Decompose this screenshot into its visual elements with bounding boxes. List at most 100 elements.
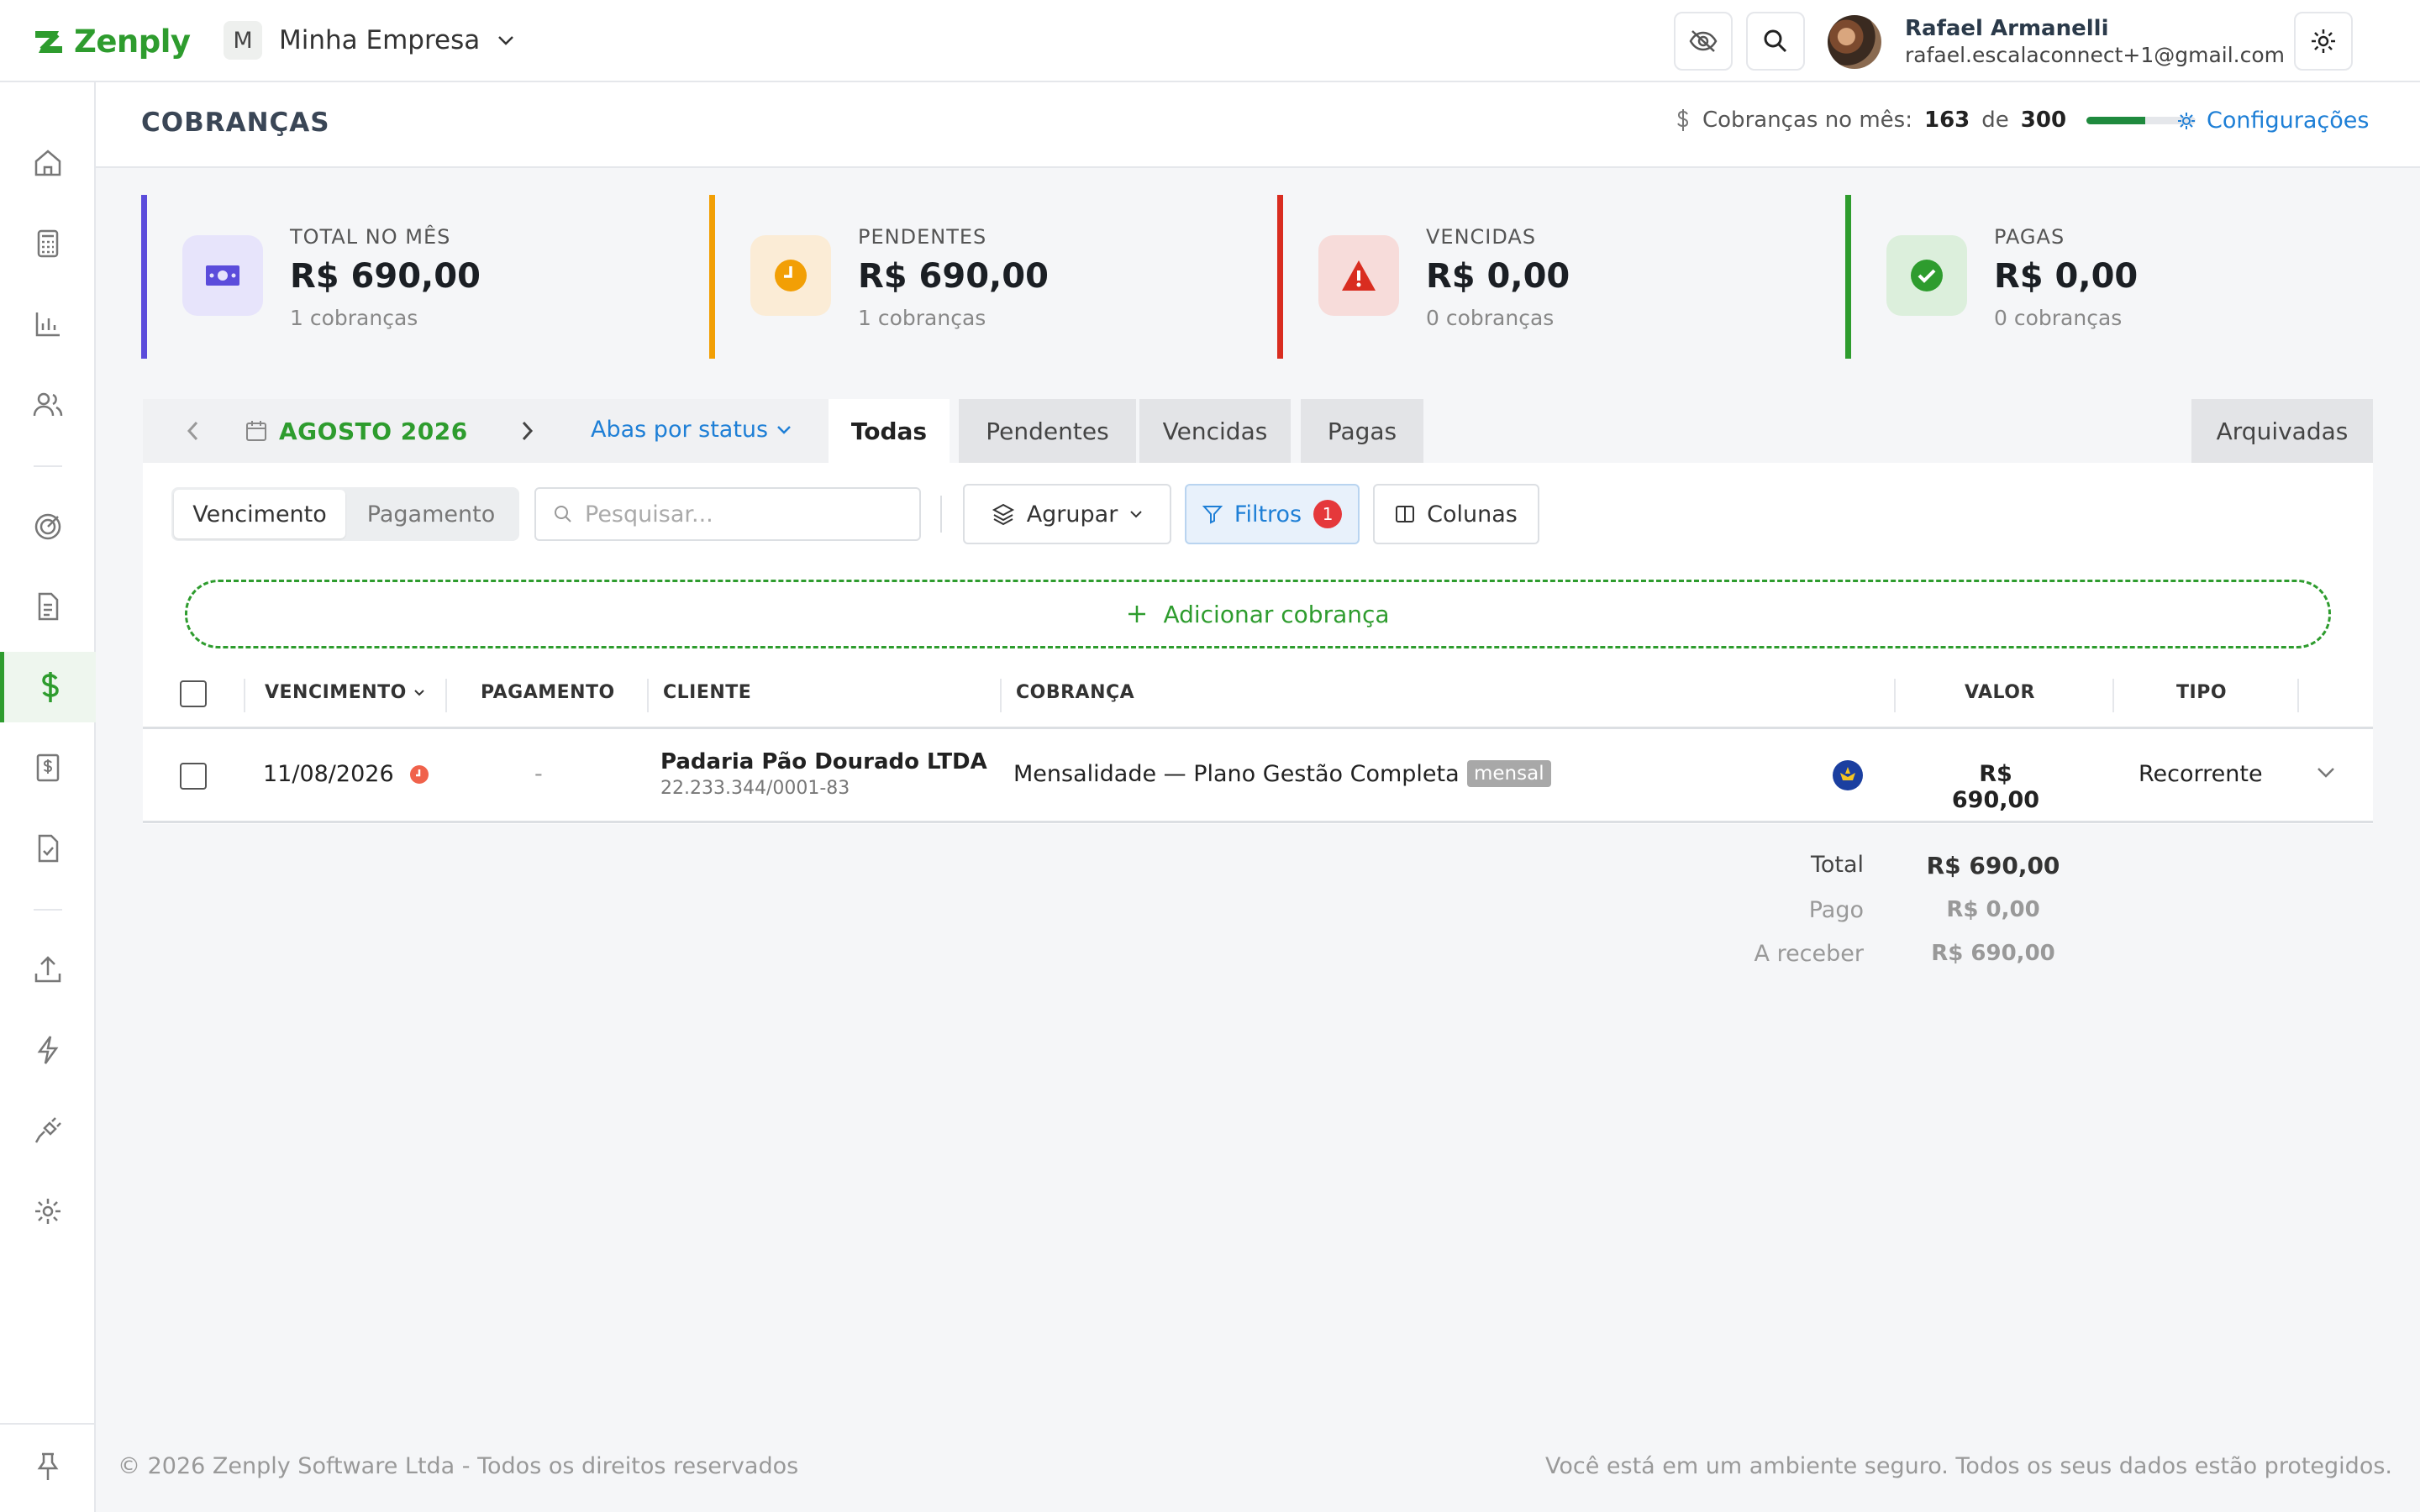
sidebar-item-goals[interactable] <box>0 491 96 561</box>
column-divider <box>2112 679 2114 712</box>
row-value: R$ 690,00 <box>1951 761 2040 813</box>
column-header-valor[interactable]: VALOR <box>1965 682 2035 703</box>
sidebar-item-reports[interactable] <box>0 289 96 360</box>
status-tabs-dropdown[interactable]: Abas por status <box>591 417 792 443</box>
sidebar-item-upload[interactable] <box>0 934 96 1005</box>
group-button[interactable]: Agrupar <box>963 484 1171 544</box>
stat-value: R$ 0,00 <box>1426 257 1570 296</box>
stat-value: R$ 0,00 <box>1994 257 2139 296</box>
date-mode-toggle: Vencimento Pagamento <box>171 487 519 541</box>
payment-method-icon[interactable] <box>1832 759 1864 791</box>
filters-label: Filtros <box>1234 501 1302 528</box>
stat-label: PAGAS <box>1994 225 2065 249</box>
sidebar-item-calculator[interactable] <box>0 208 96 279</box>
quota-progress-fill <box>2086 116 2146 124</box>
plus-icon <box>1126 603 1148 625</box>
column-divider <box>2297 679 2299 712</box>
row-client-name[interactable]: Padaria Pão Dourado LTDA <box>660 749 987 774</box>
sidebar-item-home[interactable] <box>0 128 96 198</box>
company-selector[interactable]: M Minha Empresa <box>224 21 515 60</box>
toggle-pagamento[interactable]: Pagamento <box>345 490 517 538</box>
user-menu[interactable]: Rafael Armanelli rafael.escalaconnect+1@… <box>1828 15 2285 69</box>
gear-icon <box>2176 111 2196 131</box>
quota-label: Cobranças no mês: <box>1702 108 1912 133</box>
sidebar-item-documents[interactable] <box>0 571 96 642</box>
gear-icon <box>32 1195 64 1227</box>
hide-values-button[interactable] <box>1674 12 1733 71</box>
row-charge-description: Mensalidade — Plano Gestão Completa <box>1013 761 1460 787</box>
filters-button[interactable]: Filtros 1 <box>1185 484 1360 544</box>
chevron-down-icon <box>1129 510 1143 518</box>
company-avatar: M <box>224 21 262 60</box>
column-header-pagamento[interactable]: PAGAMENTO <box>481 682 615 703</box>
column-divider <box>445 679 447 712</box>
expand-row-button[interactable] <box>2316 766 2336 780</box>
tab-pendentes[interactable]: Pendentes <box>959 399 1136 463</box>
column-header-cobranca[interactable]: COBRANÇA <box>1016 682 1134 703</box>
total-label: Total <box>1810 852 1864 878</box>
sort-chevron-icon <box>413 689 425 697</box>
target-icon <box>32 510 64 542</box>
stat-card-overdue: VENCIDAS R$ 0,00 0 cobranças <box>1277 195 1815 359</box>
tab-vencidas[interactable]: Vencidas <box>1136 399 1291 463</box>
check-circle-icon <box>1886 235 1967 316</box>
receivable-label: A receber <box>1754 941 1864 967</box>
current-month[interactable]: AGOSTO 2026 <box>279 417 468 445</box>
tab-todas[interactable]: Todas <box>829 399 950 463</box>
search-icon <box>553 504 573 524</box>
toolbar-divider <box>940 496 942 533</box>
eye-off-icon <box>1688 29 1718 54</box>
settings-button[interactable] <box>2294 12 2353 71</box>
next-month-button[interactable] <box>520 419 535 443</box>
stat-count: 1 cobranças <box>858 306 986 330</box>
avatar <box>1828 15 1881 69</box>
sidebar-item-billing[interactable] <box>0 652 96 722</box>
home-icon <box>32 147 64 179</box>
stat-count: 0 cobranças <box>1994 306 2123 330</box>
tab-arquivadas[interactable]: Arquivadas <box>2191 399 2373 463</box>
select-all-checkbox[interactable] <box>180 680 207 707</box>
sidebar-item-clients[interactable] <box>0 370 96 440</box>
columns-button[interactable]: Colunas <box>1373 484 1539 544</box>
app-logo[interactable]: Zenply <box>32 24 191 60</box>
pin-icon <box>33 1451 63 1483</box>
sidebar-item-automations[interactable] <box>0 1015 96 1085</box>
chevron-down-icon <box>776 425 792 435</box>
total-value: R$ 690,00 <box>1926 852 2060 879</box>
stat-count: 1 cobranças <box>290 306 418 330</box>
sidebar-item-settings[interactable] <box>0 1176 96 1247</box>
sidebar-pin-button[interactable] <box>0 1431 96 1502</box>
add-charge-button[interactable]: Adicionar cobrança <box>185 580 2331 648</box>
row-due-date: 11/08/2026 <box>263 761 394 787</box>
column-header-cliente[interactable]: CLIENTE <box>663 682 751 703</box>
calendar-icon <box>245 420 267 442</box>
toggle-vencimento[interactable]: Vencimento <box>174 490 345 538</box>
add-charge-label: Adicionar cobrança <box>1163 600 1390 628</box>
document-icon <box>32 591 64 622</box>
filters-count-badge: 1 <box>1313 500 1343 528</box>
column-header-vencimento[interactable]: VENCIMENTO <box>265 682 425 703</box>
stat-card-pending: PENDENTES R$ 690,00 1 cobranças <box>709 195 1247 359</box>
paid-value: R$ 0,00 <box>1946 897 2040 922</box>
gear-icon <box>2309 27 2338 55</box>
filter-icon <box>1202 504 1223 524</box>
sidebar-item-integrations[interactable] <box>0 1095 96 1166</box>
tab-pagas[interactable]: Pagas <box>1301 399 1423 463</box>
search-button[interactable] <box>1746 12 1805 71</box>
row-due-cell: 11/08/2026 <box>263 761 429 787</box>
bar-chart-icon <box>32 308 64 340</box>
row-checkbox[interactable] <box>180 763 207 790</box>
configuracoes-link[interactable]: Configurações <box>2176 108 2369 134</box>
prev-month-button[interactable] <box>185 419 200 443</box>
search-field[interactable] <box>534 487 921 541</box>
sidebar-item-invoices[interactable] <box>0 732 96 803</box>
sidebar-divider <box>34 909 62 911</box>
stat-label: VENCIDAS <box>1426 225 1537 249</box>
sidebar-item-tasks[interactable] <box>0 813 96 884</box>
quota-used: 163 <box>1923 108 1970 133</box>
column-divider <box>244 679 245 712</box>
row-payment: - <box>534 761 543 787</box>
month-navigator: AGOSTO 2026 <box>143 399 555 463</box>
column-header-tipo[interactable]: TIPO <box>2176 682 2227 703</box>
search-input[interactable] <box>585 501 887 528</box>
